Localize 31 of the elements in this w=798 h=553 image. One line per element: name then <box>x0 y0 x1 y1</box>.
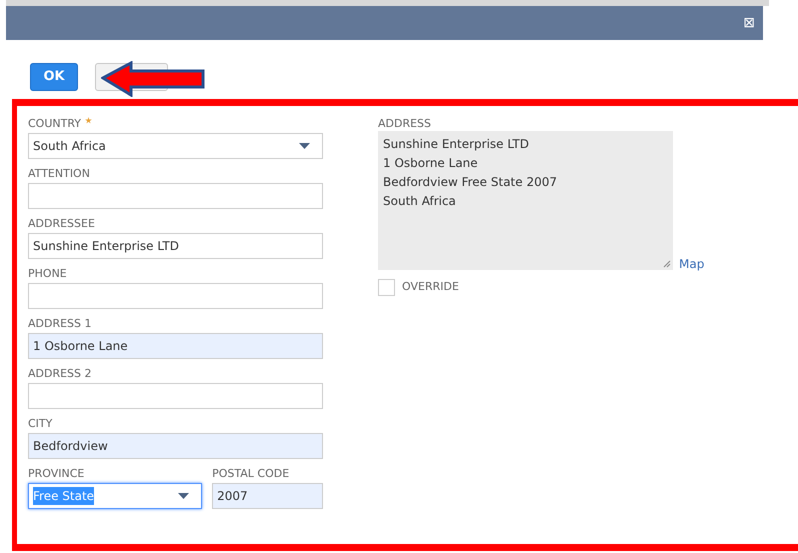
field-label: ADDRESSEE <box>28 216 95 231</box>
input-field[interactable]: 1 Osborne Lane <box>28 333 323 359</box>
field-label: CITY <box>28 416 52 431</box>
field-label: ADDRESS 2 <box>28 366 92 381</box>
override-checkbox[interactable] <box>378 279 395 296</box>
dropdown-arrow-icon[interactable] <box>178 493 190 499</box>
address-line: 1 Osborne Lane <box>383 155 479 172</box>
address-line: Bedfordview Free State 2007 <box>383 174 558 191</box>
input-field[interactable]: Bedfordview <box>28 433 323 459</box>
input-field[interactable] <box>28 283 323 309</box>
field-label: ADDRESS <box>378 116 432 131</box>
input-field[interactable]: 2007 <box>212 483 323 509</box>
input-field[interactable]: Sunshine Enterprise LTD <box>28 233 323 259</box>
field-label: COUNTRY <box>28 116 81 131</box>
address-line: Sunshine Enterprise LTD <box>383 136 530 153</box>
input-field[interactable] <box>28 183 323 209</box>
checkbox-label: OVERRIDE <box>402 279 459 296</box>
select-field[interactable]: South Africa <box>28 133 323 159</box>
input-field[interactable] <box>28 383 323 409</box>
field-label: PHONE <box>28 266 67 281</box>
resize-handle-icon[interactable] <box>663 260 671 268</box>
field-label: ATTENTION <box>28 166 90 181</box>
close-icon[interactable]: ⊠ <box>743 16 755 30</box>
dropdown-arrow-icon[interactable] <box>299 143 310 149</box>
field-label: PROVINCE <box>28 466 84 481</box>
address-line: South Africa <box>383 193 457 210</box>
ok-button[interactable]: OK <box>30 63 78 91</box>
map-link[interactable]: Map <box>679 255 704 273</box>
field-label: ADDRESS 1 <box>28 316 92 331</box>
field-label: POSTAL CODE <box>212 466 290 481</box>
address-text-area[interactable]: Sunshine Enterprise LTD 1 Osborne Lane Bedfordview Free State 2007 South Africa <box>378 131 673 270</box>
